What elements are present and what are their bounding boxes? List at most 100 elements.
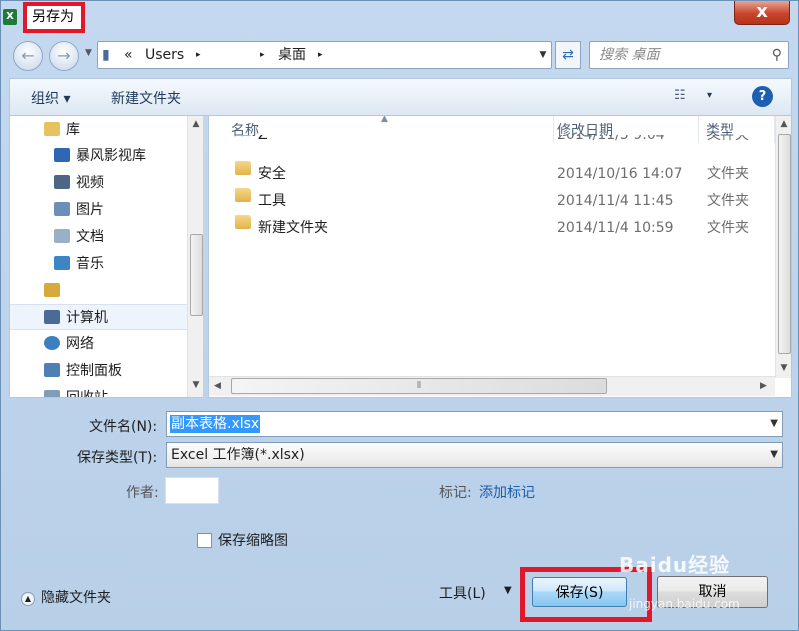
file-list-vscrollbar[interactable]: ▲ ▼ <box>775 116 791 378</box>
address-separator-icon[interactable]: ▸ <box>318 42 323 68</box>
filename-value: 副本表格.xlsx <box>170 415 261 433</box>
filetype-value: Excel 工作簿(*.xlsx) <box>171 447 305 463</box>
refresh-button[interactable]: ⇄ <box>555 41 581 69</box>
nav-item-control-panel[interactable]: 控制面板 <box>44 358 122 384</box>
scroll-down-icon[interactable]: ▼ <box>776 360 791 377</box>
nav-item-label: 网络 <box>66 336 94 352</box>
address-dropdown-icon[interactable]: ▼ <box>534 41 552 69</box>
nav-item-pictures[interactable]: 图片 <box>54 197 104 223</box>
tools-menu[interactable]: 工具(L) <box>439 583 486 603</box>
search-placeholder: 搜索 桌面 <box>599 47 660 63</box>
file-list: 名称 ▲ 修改日期 类型 Z 2014/11/5 9:04 文件夹 安全 201… <box>208 116 792 398</box>
file-list-vscroll-thumb[interactable] <box>778 134 791 354</box>
nav-scrollbar[interactable]: ▲ ▼ <box>187 116 203 397</box>
forward-button[interactable]: → <box>49 41 79 71</box>
address-bar[interactable]: ▮ « Users ▸ ▸ 桌面 ▸ <box>97 41 552 69</box>
recycle-bin-icon <box>44 390 60 397</box>
music-icon <box>54 256 70 270</box>
help-icon[interactable]: ? <box>752 86 773 107</box>
organize-menu[interactable]: 组织 ▾ <box>31 88 70 108</box>
scroll-left-icon[interactable]: ◀ <box>209 378 226 395</box>
nav-item-label: 图片 <box>76 202 104 218</box>
file-modified: 2014/11/4 11:45 <box>557 193 674 209</box>
recent-locations-dropdown[interactable]: ▼ <box>85 48 92 58</box>
nav-item-label: 计算机 <box>66 310 108 326</box>
close-button[interactable]: x <box>734 1 790 25</box>
address-segment-user[interactable] <box>210 42 250 68</box>
list-item[interactable]: 新建文件夹 2014/11/4 10:59 文件夹 <box>209 215 775 242</box>
scroll-down-icon[interactable]: ▼ <box>188 377 203 394</box>
file-name: Z <box>258 135 268 143</box>
picture-icon <box>54 202 70 216</box>
list-item[interactable]: 工具 2014/11/4 11:45 文件夹 <box>209 188 775 215</box>
folder-icon <box>235 135 251 136</box>
file-type: 文件夹 <box>707 166 749 182</box>
baidu-watermark: Baidu经验 <box>619 553 731 577</box>
file-type: 文件夹 <box>707 135 749 143</box>
search-icon[interactable]: ⚲ <box>772 42 782 68</box>
file-type: 文件夹 <box>707 220 749 236</box>
nav-item-computer[interactable]: 计算机 <box>10 304 187 330</box>
nav-item-documents[interactable]: 文档 <box>54 224 104 250</box>
tools-dropdown-icon[interactable]: ▼ <box>504 585 512 596</box>
address-separator-icon[interactable]: ▸ <box>196 42 201 68</box>
scroll-up-icon[interactable]: ▲ <box>776 116 791 133</box>
back-button[interactable]: ← <box>13 41 43 71</box>
watermark-url: jingyan.baidu.com <box>629 597 740 611</box>
filetype-label: 保存类型(T): <box>77 450 158 466</box>
address-segment-desktop[interactable]: 桌面 <box>278 42 306 68</box>
folder-icon <box>235 161 251 175</box>
file-modified: 2014/11/5 9:04 <box>557 135 665 143</box>
forward-arrow-icon: → <box>57 46 71 65</box>
nav-item-videos[interactable]: 视频 <box>54 170 104 196</box>
list-item[interactable]: 安全 2014/10/16 14:07 文件夹 <box>209 161 775 188</box>
nav-item-library[interactable]: 库 <box>44 117 80 143</box>
nav-item-label: 库 <box>66 122 80 138</box>
view-menu-dropdown[interactable]: ▾ <box>707 90 712 101</box>
filename-dropdown-icon[interactable]: ▼ <box>770 412 778 436</box>
view-options-icon[interactable]: ☷ <box>674 88 686 103</box>
nav-scroll-thumb[interactable] <box>190 234 203 316</box>
new-folder-button[interactable]: 新建文件夹 <box>111 88 181 108</box>
nav-item-video-library[interactable]: 暴风影视库 <box>54 143 146 169</box>
control-panel-icon <box>44 363 60 377</box>
author-field[interactable] <box>165 477 219 504</box>
title-bar: X 另存为 x <box>1 1 798 35</box>
add-tags-link[interactable]: 添加标记 <box>479 482 535 502</box>
file-name: 新建文件夹 <box>258 220 328 236</box>
filetype-select[interactable]: Excel 工作簿(*.xlsx) ▼ <box>166 442 783 468</box>
navigation-pane: 库 暴风影视库 视频 图片 文档 音乐 计算机 网络 控制面板 回收站 ▲ ▼ <box>9 116 203 398</box>
filetype-dropdown-icon[interactable]: ▼ <box>770 443 778 467</box>
file-type: 文件夹 <box>707 193 749 209</box>
nav-item-label: 音乐 <box>76 256 104 272</box>
scroll-up-icon[interactable]: ▲ <box>188 116 203 133</box>
video-library-icon <box>54 148 70 162</box>
save-thumbnail-checkbox[interactable] <box>197 533 212 548</box>
nav-item-label: 视频 <box>76 175 104 191</box>
nav-item-music[interactable]: 音乐 <box>54 251 104 277</box>
file-list-hscrollbar[interactable]: ◀ ⦀ ▶ <box>209 376 775 396</box>
document-icon <box>54 229 70 243</box>
folder-location-icon: ▮ <box>102 47 110 63</box>
list-item[interactable]: Z 2014/11/5 9:04 文件夹 <box>209 135 775 149</box>
nav-item-network[interactable]: 网络 <box>44 331 94 357</box>
nav-item-label: 文档 <box>76 229 104 245</box>
user-folder-icon <box>44 283 60 297</box>
hide-folders-label: 隐藏文件夹 <box>41 590 111 606</box>
address-overflow[interactable]: « <box>124 42 133 68</box>
file-list-hscroll-thumb[interactable]: ⦀ <box>231 378 607 394</box>
search-input[interactable]: 搜索 桌面 ⚲ <box>589 41 789 69</box>
computer-icon <box>44 310 60 324</box>
folder-icon <box>235 215 251 229</box>
scroll-right-icon[interactable]: ▶ <box>755 378 772 395</box>
address-separator-icon[interactable]: ▸ <box>260 42 265 68</box>
nav-item-user-folder[interactable] <box>44 278 66 304</box>
filename-field[interactable]: 副本表格.xlsx ▼ <box>166 411 783 437</box>
command-toolbar: 组织 ▾ 新建文件夹 ☷ ▾ ? <box>9 78 792 116</box>
nav-item-recycle-bin[interactable]: 回收站 <box>44 385 108 397</box>
collapse-up-icon: ▲ <box>21 592 35 606</box>
nav-item-label: 暴风影视库 <box>76 148 146 164</box>
hide-folders-toggle[interactable]: ▲ 隐藏文件夹 <box>21 587 111 607</box>
save-button[interactable]: 保存(S) <box>532 577 627 607</box>
address-segment-users[interactable]: Users <box>145 42 184 68</box>
